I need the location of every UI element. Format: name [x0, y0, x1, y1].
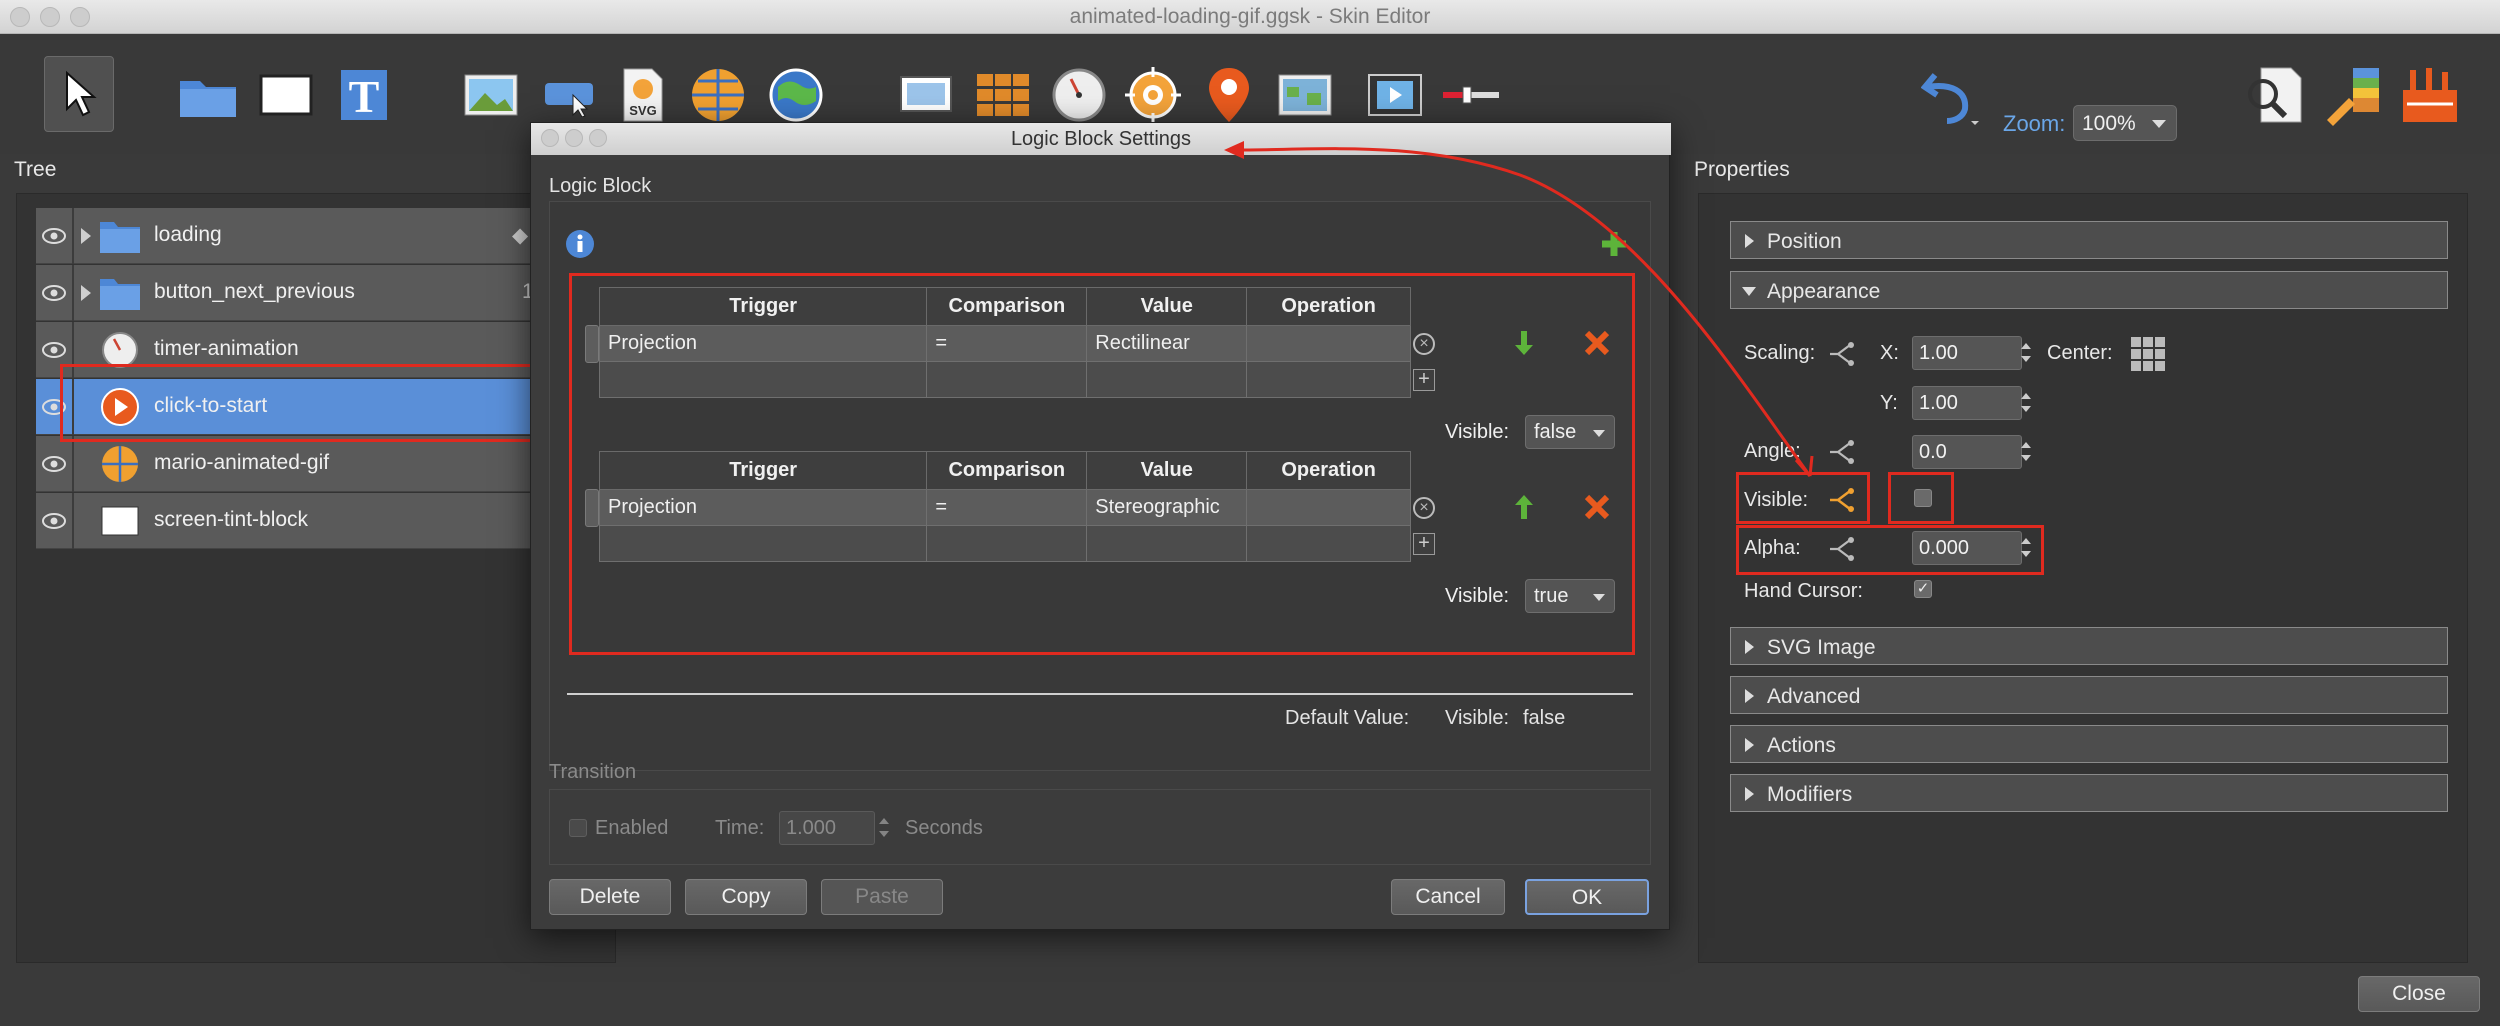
annotation-arrow	[1224, 141, 1814, 477]
